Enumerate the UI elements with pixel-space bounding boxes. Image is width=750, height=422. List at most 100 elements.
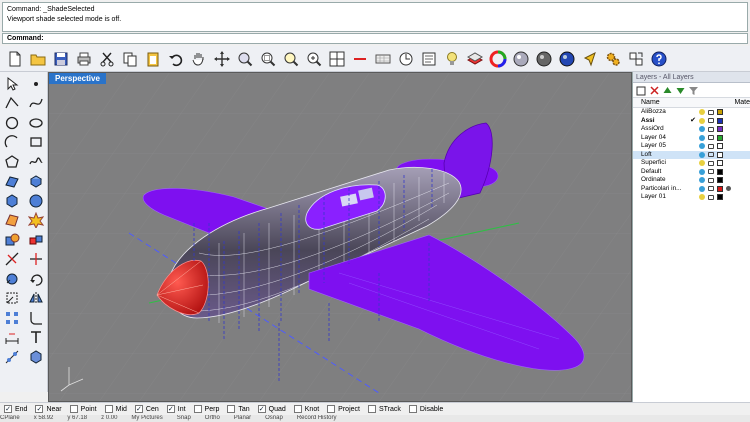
checkbox[interactable] [104,405,113,413]
lock-icon[interactable] [708,177,714,183]
viewport-title-tab[interactable]: Perspective [49,73,106,84]
layer-row[interactable]: Ordinate [633,176,750,185]
command-line[interactable]: Command: [2,33,748,44]
layer-row[interactable]: Layer 04 [633,134,750,143]
layer-name[interactable]: Superfici [633,159,689,168]
checkbox[interactable]: ✓ [166,405,175,413]
layer-row[interactable]: AliBozza [633,108,750,117]
rendered-sphere-icon[interactable] [556,48,578,70]
material-icon[interactable] [726,161,731,166]
layer-color-swatch[interactable] [717,160,723,167]
material-icon[interactable] [726,144,731,149]
record-history-toggle[interactable]: Record History [297,415,337,422]
lightbulb-icon[interactable] [441,48,463,70]
layer-row[interactable]: Assi ✔ [633,117,750,126]
zoom-extents-icon[interactable] [234,48,256,70]
mirror-icon[interactable] [25,289,47,309]
grid-snap-icon[interactable] [349,48,371,70]
cursor-arrow-icon[interactable] [579,48,601,70]
material-icon[interactable] [726,127,731,132]
checkbox[interactable]: ✓ [134,405,143,413]
layer-color-swatch[interactable] [717,194,723,201]
visibility-bulb-icon[interactable] [699,134,705,141]
material-icon[interactable] [726,186,731,192]
render-icon[interactable] [25,347,47,367]
freeform-icon[interactable] [25,152,47,172]
material-icon[interactable] [726,135,731,140]
visibility-bulb-icon[interactable] [699,117,705,124]
sphere-solid-icon[interactable] [25,191,47,211]
checkbox[interactable] [193,405,202,413]
osnap-perp[interactable]: Perp [193,405,219,413]
ellipse-icon[interactable] [25,113,47,133]
layer-color-swatch[interactable] [717,134,723,141]
checkbox[interactable]: ✓ [4,405,12,413]
surface-icon[interactable] [1,172,23,192]
current-layer[interactable]: My Pictures [131,415,162,422]
four-viewports-icon[interactable] [326,48,348,70]
lock-icon[interactable] [708,135,714,141]
osnap-end[interactable]: ✓ End [4,405,27,413]
lock-icon[interactable] [708,118,714,124]
layer-name[interactable]: Layer 05 [633,142,689,151]
cut-icon[interactable] [96,48,118,70]
checkbox[interactable] [227,405,236,413]
curve-icon[interactable] [25,94,47,114]
lock-icon[interactable] [708,109,714,115]
pan-hand-icon[interactable] [188,48,210,70]
boolean-icon[interactable] [1,230,23,250]
arc-icon[interactable] [1,133,23,153]
settings-gears-icon[interactable] [602,48,624,70]
select-arrow-icon[interactable] [1,74,23,94]
checkbox[interactable] [327,405,336,413]
visibility-bulb-icon[interactable] [699,168,705,175]
layer-color-swatch[interactable] [717,185,723,192]
layer-color-swatch[interactable] [717,177,723,184]
fillet-icon[interactable] [25,308,47,328]
layer-color-swatch[interactable] [717,109,723,116]
explode-icon[interactable] [25,211,47,231]
lock-icon[interactable] [708,186,714,192]
new-layer-icon[interactable] [636,85,647,96]
layer-name[interactable]: Assi [633,117,689,126]
osnap-near[interactable]: ✓ Near [35,405,62,413]
render-sphere-icon[interactable] [510,48,532,70]
polygon-icon[interactable] [1,152,23,172]
osnap-point[interactable]: Point [69,405,97,413]
material-column-header[interactable]: Mate [734,98,750,107]
dimension-icon[interactable] [1,328,23,348]
layer-color-swatch[interactable] [717,126,723,133]
box-solid-icon[interactable] [1,191,23,211]
save-icon[interactable] [50,48,72,70]
join-icon[interactable] [25,230,47,250]
checkbox[interactable]: ✓ [257,405,266,413]
layer-color-swatch[interactable] [717,151,723,158]
checkbox[interactable] [367,405,376,413]
visibility-bulb-icon[interactable] [699,151,705,158]
point-edit-icon[interactable] [395,48,417,70]
layer-name[interactable]: AssiOrd [633,125,689,134]
layer-name[interactable]: Ordinate [633,176,689,185]
current-layer-check-icon[interactable]: ✔ [689,117,697,126]
lock-icon[interactable] [708,169,714,175]
zoom-icon[interactable] [303,48,325,70]
print-icon[interactable] [73,48,95,70]
filter-icon[interactable] [688,85,699,96]
ortho-toggle[interactable]: Ortho [205,415,220,422]
lock-icon[interactable] [708,194,714,200]
osnap-int[interactable]: ✓ Int [166,405,186,413]
layer-row[interactable]: Layer 05 [633,142,750,151]
rotate-icon[interactable] [25,269,47,289]
layer-name[interactable]: AliBozza [633,108,689,117]
trim-icon[interactable] [1,250,23,270]
checkbox[interactable] [69,405,78,413]
layer-row[interactable]: Loft [633,150,750,159]
visibility-bulb-icon[interactable] [699,109,705,116]
layer-name[interactable]: Particolari in... [633,185,689,194]
help-icon[interactable] [648,48,670,70]
visibility-bulb-icon[interactable] [699,160,705,167]
name-column-header[interactable]: Name [633,98,692,107]
extrude-surface-icon[interactable] [25,172,47,192]
visibility-bulb-icon[interactable] [699,143,705,150]
layer-row[interactable]: AssiOrd [633,125,750,134]
